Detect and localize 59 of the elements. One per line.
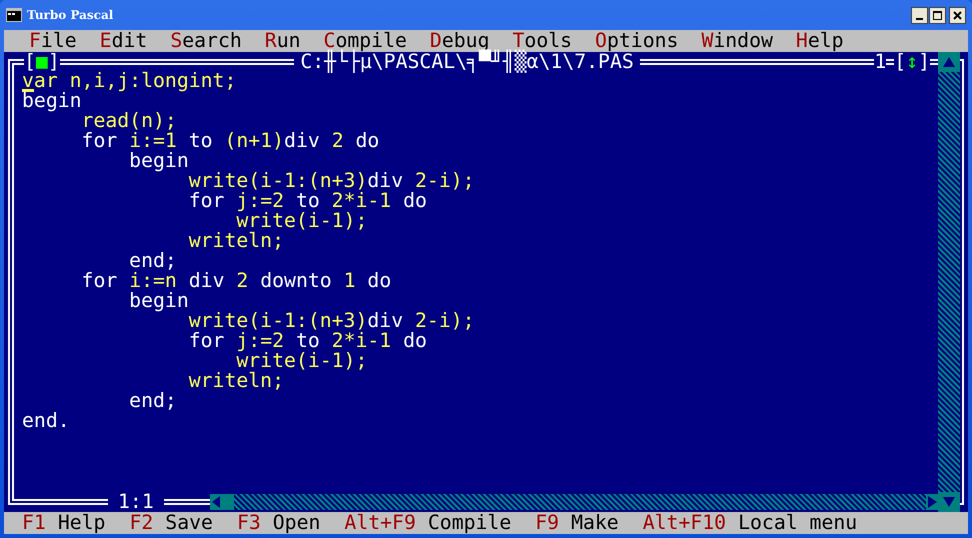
menu-item[interactable]: Help xyxy=(796,31,844,51)
code-line: for i:=n div 2 downto 1 do xyxy=(80,272,392,289)
scroll-down-button[interactable] xyxy=(938,492,960,512)
minimize-button[interactable] xyxy=(911,6,928,24)
code-line: write(i-1:(n+3)div 2-i); xyxy=(188,312,475,329)
menu-item[interactable]: Run xyxy=(264,31,301,51)
zoom-box[interactable]: [↕] xyxy=(894,52,930,72)
code-line: writeln; xyxy=(188,232,284,249)
close-button[interactable] xyxy=(949,6,966,24)
up-arrow-icon xyxy=(943,57,956,67)
scroll-up-button[interactable] xyxy=(938,52,960,72)
shortcut-key: F1 xyxy=(22,513,46,533)
shortcut-label[interactable]: Save xyxy=(165,513,213,533)
file-path-title: C:╫└├µ\PASCAL\╕▀╜╢▒α\1\7.PAS xyxy=(294,52,640,72)
code-line: begin xyxy=(128,152,189,169)
vertical-scrollbar[interactable] xyxy=(938,72,960,492)
maximize-button[interactable] xyxy=(929,6,946,24)
code-line: begin xyxy=(22,92,82,109)
code-line: end; xyxy=(128,392,177,409)
code-line: for j:=2 to 2*i-1 do xyxy=(188,192,427,209)
shortcut-key: F9 xyxy=(535,513,560,533)
code-line: write(i-1:(n+3)div 2-i); xyxy=(188,172,475,189)
down-arrow-icon xyxy=(943,497,955,507)
shortcut-key: F3 xyxy=(236,513,261,533)
right-arrow-icon xyxy=(926,494,938,510)
menu-item[interactable]: Edit xyxy=(100,31,148,51)
code-line: writeln; xyxy=(188,372,284,389)
horizontal-scrollbar[interactable] xyxy=(210,494,938,510)
code-line: write(i-1); xyxy=(236,352,368,369)
shortcut-label[interactable]: Make xyxy=(571,513,619,533)
code-line: write(i-1); xyxy=(236,212,368,229)
shortcut-label[interactable]: Compile xyxy=(428,513,512,533)
code-line: var n,i,j:longint; xyxy=(22,72,236,89)
close-box[interactable]: [■] xyxy=(24,52,60,72)
close-icon xyxy=(953,10,962,20)
shortcut-key: F2 xyxy=(129,513,154,533)
code-line: end. xyxy=(22,412,70,429)
code-line: for i:=1 to (n+1)div 2 do xyxy=(80,132,380,149)
shortcut-key: Alt+F9 xyxy=(344,513,416,533)
code-line: read(n); xyxy=(80,112,177,129)
minimize-icon xyxy=(916,18,923,20)
window-title: Turbo Pascal xyxy=(27,7,114,24)
menu-item[interactable]: Window xyxy=(701,31,773,51)
menu-item[interactable]: Search xyxy=(170,31,242,51)
menu-item[interactable]: Options xyxy=(595,31,678,51)
shortcut-label[interactable]: Local menu xyxy=(738,513,858,533)
shortcut-key: Alt+F10 xyxy=(642,513,726,533)
text-cursor xyxy=(22,89,34,92)
menu-item[interactable]: Compile xyxy=(324,31,407,51)
code-line: end; xyxy=(128,252,177,269)
code-line: begin xyxy=(128,292,189,309)
code-line: for j:=2 to 2*i-1 do xyxy=(188,332,427,349)
menu-item[interactable]: Debug xyxy=(430,31,490,51)
menu-item[interactable]: File xyxy=(29,31,77,51)
shortcut-label[interactable]: Help xyxy=(58,513,106,533)
maximize-icon xyxy=(933,10,942,20)
shortcut-label[interactable]: Open xyxy=(272,513,320,533)
menu-item[interactable]: Tools xyxy=(512,31,572,51)
console-icon xyxy=(6,8,22,22)
